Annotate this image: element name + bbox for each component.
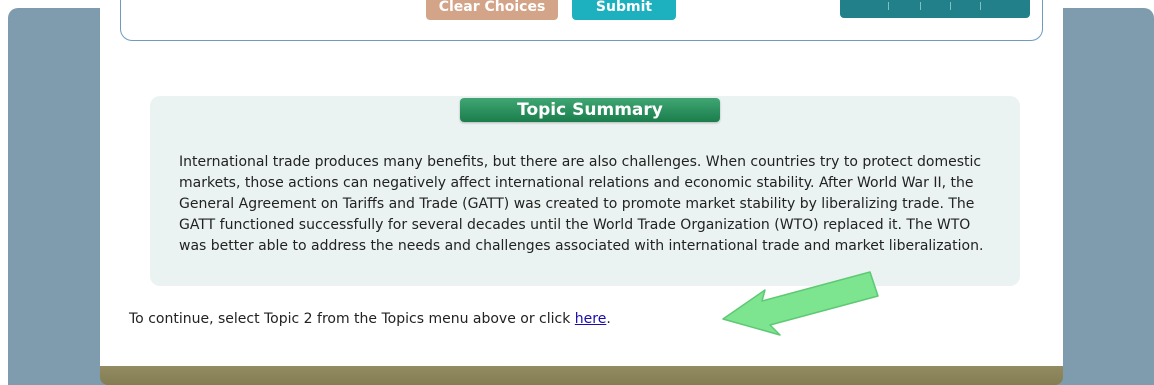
continue-instruction: To continue, select Topic 2 from the Top… xyxy=(129,311,611,327)
submit-button[interactable]: Submit xyxy=(572,0,676,20)
toolbar-divider xyxy=(888,2,889,10)
toolbar-divider xyxy=(920,2,921,10)
toolbar-divider xyxy=(950,2,951,10)
clear-choices-button[interactable]: Clear Choices xyxy=(426,0,558,20)
topic-summary-text: International trade produces many benefi… xyxy=(179,154,984,254)
continue-text: To continue, select Topic 2 from the Top… xyxy=(129,311,575,327)
continue-period: . xyxy=(606,311,611,327)
content-panel: Clear Choices Submit Topic Summary Inter… xyxy=(100,0,1063,371)
topic-summary-title: Topic Summary xyxy=(460,98,720,122)
toolbar-divider xyxy=(980,2,981,10)
arrow-pointer-icon xyxy=(722,271,879,336)
here-link[interactable]: here xyxy=(575,311,607,327)
navigation-toolbar[interactable] xyxy=(840,0,1030,18)
question-controls-box: Clear Choices Submit xyxy=(120,0,1043,41)
footer-bar xyxy=(100,366,1063,385)
topic-summary-box: Topic Summary International trade produc… xyxy=(150,96,1020,286)
